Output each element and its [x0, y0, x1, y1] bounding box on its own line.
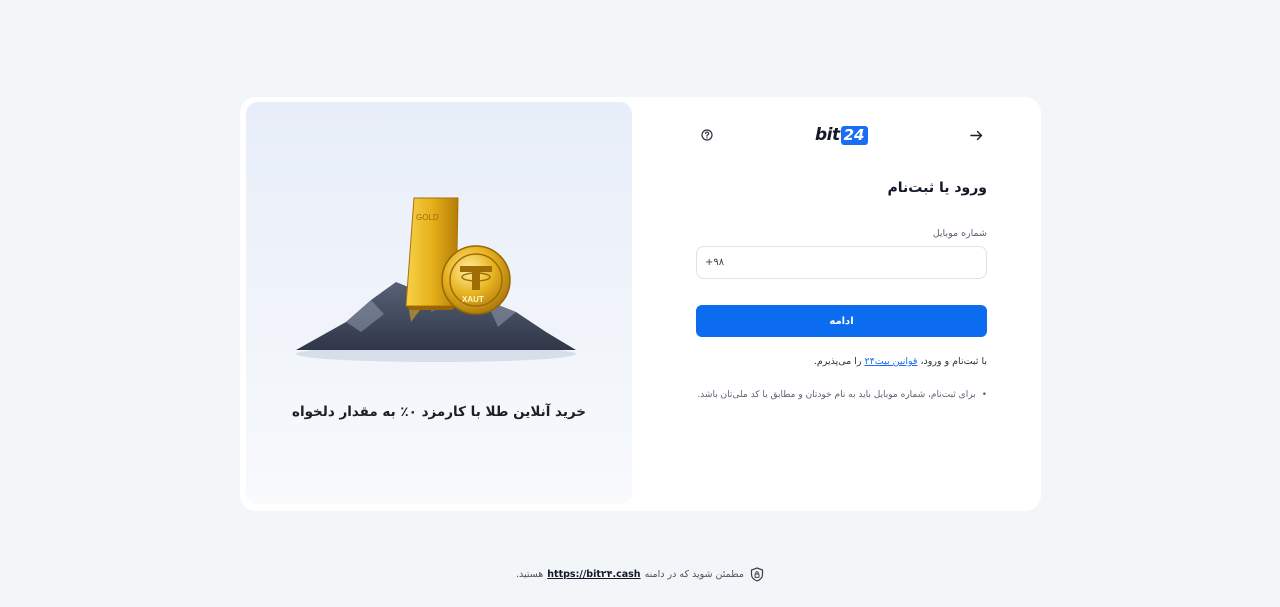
- page-title: ورود یا ثبت‌نام: [887, 180, 987, 196]
- continue-button[interactable]: ادامه: [696, 305, 987, 337]
- bit24-logo: bit 24: [815, 124, 869, 146]
- registration-note: • برای ثبت‌نام، شماره موبایل باید به نام …: [696, 390, 987, 400]
- security-footer: مطمئن شوید که در دامنه https://bit۲۴.cas…: [0, 567, 1280, 582]
- terms-prefix: با ثبت‌نام و ورود،: [917, 356, 987, 367]
- phone-input[interactable]: [696, 246, 987, 279]
- footer-text-after: هستید.: [516, 569, 544, 580]
- terms-link[interactable]: قوانین بیت۲۴: [865, 356, 918, 367]
- promo-tagline: خرید آنلاین طلا با کارمزد ۰٪ به مقدار دل…: [291, 404, 587, 420]
- gold-illustration: GOLD XAUT: [296, 197, 576, 362]
- terms-suffix: را می‌پذیرم.: [813, 356, 865, 367]
- bullet-icon: •: [981, 390, 987, 400]
- logo-text: bit: [815, 125, 840, 145]
- footer-text-before: مطمئن شوید که در دامنه: [644, 569, 744, 580]
- note-text: برای ثبت‌نام، شماره موبایل باید به نام خ…: [697, 390, 976, 400]
- promo-panel: GOLD XAUT خرید آنلاین طلا با کارمزد ۰٪ ب…: [246, 102, 632, 504]
- coin-label: XAUT: [462, 295, 484, 304]
- logo-number: 24: [840, 125, 868, 145]
- footer-domain-link[interactable]: https://bit۲۴.cash: [547, 569, 640, 580]
- terms-text: با ثبت‌نام و ورود، قوانین بیت۲۴ را می‌پذ…: [696, 356, 987, 367]
- shield-lock-icon: [750, 567, 764, 582]
- arrow-right-icon[interactable]: [968, 127, 984, 143]
- phone-label: شماره موبایل: [932, 228, 987, 239]
- gold-bar-label: GOLD: [416, 213, 439, 222]
- question-circle-icon[interactable]: [700, 128, 714, 142]
